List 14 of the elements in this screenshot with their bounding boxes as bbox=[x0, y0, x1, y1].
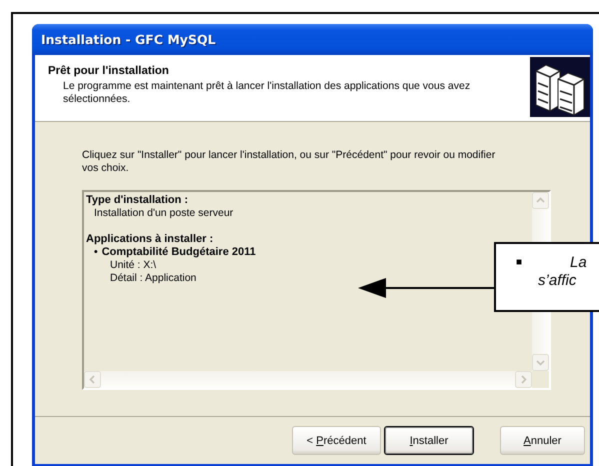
summary-line: Unité : X:\ bbox=[109, 259, 156, 272]
summary-line: Détail : Application bbox=[109, 272, 196, 285]
callout-text: s’affic bbox=[538, 272, 578, 290]
section-heading: Applications à installer : bbox=[86, 233, 214, 246]
summary-line: Installation d'un poste serveur bbox=[93, 207, 234, 220]
instruction-text: Cliquez sur "Installer" pour lancer l'installation, ou sur "Précédent" pour revoir ou modifier vos choix. bbox=[82, 149, 496, 175]
bullet-icon: ■ bbox=[516, 254, 522, 310]
bullet-icon: • bbox=[94, 246, 98, 259]
window-title: Installation - GFC MySQL bbox=[41, 32, 216, 47]
application-name: Comptabilité Budgétaire 2011 bbox=[102, 246, 256, 259]
section-heading: Type d'installation : bbox=[86, 194, 188, 207]
header-description: Le programme est maintenant prêt à lancer l'installation des applications que vous avez sélectionnées. bbox=[62, 80, 472, 106]
header-title: Prêt pour l'installation bbox=[48, 65, 170, 77]
callout-text: La bbox=[569, 254, 587, 272]
